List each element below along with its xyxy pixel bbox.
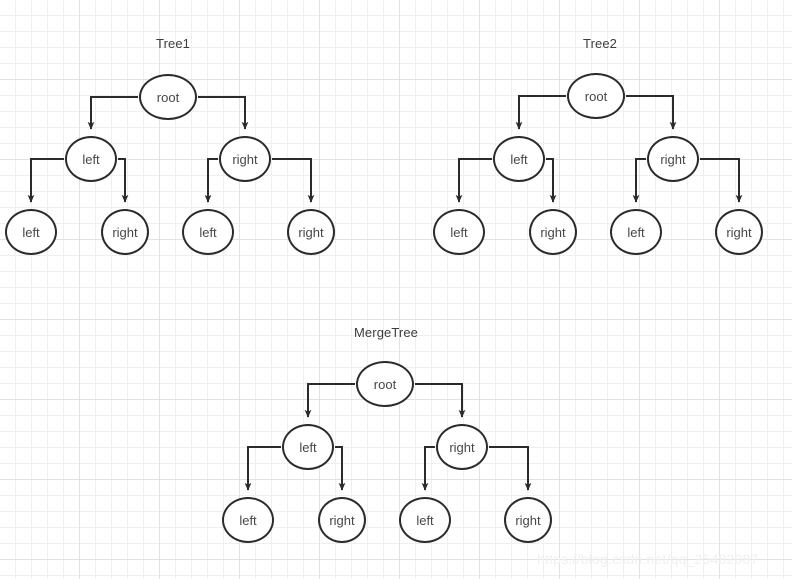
tree-title-tree1: Tree1 — [156, 36, 190, 51]
tree-edge — [244, 446, 281, 491]
tree-node-t2-right[interactable]: right — [647, 136, 699, 182]
tree-node-t2-left-left[interactable]: left — [433, 209, 485, 255]
tree-edge — [515, 95, 566, 130]
tree-edge — [632, 158, 646, 203]
watermark-text: https://blog.csdn.net/qq_25482087 — [537, 551, 759, 567]
tree-node-t2-right-left[interactable]: left — [610, 209, 662, 255]
tree-node-m-right-right[interactable]: right — [504, 497, 552, 543]
tree-edge — [421, 446, 435, 491]
tree-node-m-root[interactable]: root — [356, 361, 414, 407]
tree-node-t1-right[interactable]: right — [219, 136, 271, 182]
tree-title-mergetree: MergeTree — [354, 325, 418, 340]
tree-edge — [455, 158, 492, 203]
tree-node-t1-root[interactable]: root — [139, 74, 197, 120]
tree-node-t2-right-right[interactable]: right — [715, 209, 763, 255]
tree-edge — [204, 158, 218, 203]
tree-node-m-left[interactable]: left — [282, 424, 334, 470]
tree-node-m-right-left[interactable]: left — [399, 497, 451, 543]
tree-node-t1-left-left[interactable]: left — [5, 209, 57, 255]
tree-node-m-left-left[interactable]: left — [222, 497, 274, 543]
tree-edge — [87, 96, 138, 130]
tree-node-t1-right-right[interactable]: right — [287, 209, 335, 255]
tree-node-t2-left-right[interactable]: right — [529, 209, 577, 255]
tree-title-tree2: Tree2 — [583, 36, 617, 51]
tree-node-m-left-right[interactable]: right — [318, 497, 366, 543]
tree-edge — [546, 158, 557, 203]
tree-node-t1-left-right[interactable]: right — [101, 209, 149, 255]
diagram-canvas: Tree1 Tree2 MergeTree root left right left rig… — [0, 0, 792, 579]
tree-node-t2-left[interactable]: left — [493, 136, 545, 182]
tree-node-m-right[interactable]: right — [436, 424, 488, 470]
tree-edge — [304, 383, 355, 418]
tree-node-t1-right-left[interactable]: left — [182, 209, 234, 255]
tree-edge — [272, 158, 315, 203]
tree-edge — [118, 158, 129, 203]
tree-edge — [27, 158, 64, 203]
tree-edge — [700, 158, 743, 203]
tree-edge — [626, 95, 677, 130]
tree-edge — [198, 96, 249, 130]
tree-edge — [335, 446, 346, 491]
tree-node-t1-left[interactable]: left — [65, 136, 117, 182]
tree-edge — [489, 446, 532, 491]
tree-edges-layer — [27, 95, 743, 491]
tree-node-t2-root[interactable]: root — [567, 73, 625, 119]
tree-edge — [415, 383, 466, 418]
